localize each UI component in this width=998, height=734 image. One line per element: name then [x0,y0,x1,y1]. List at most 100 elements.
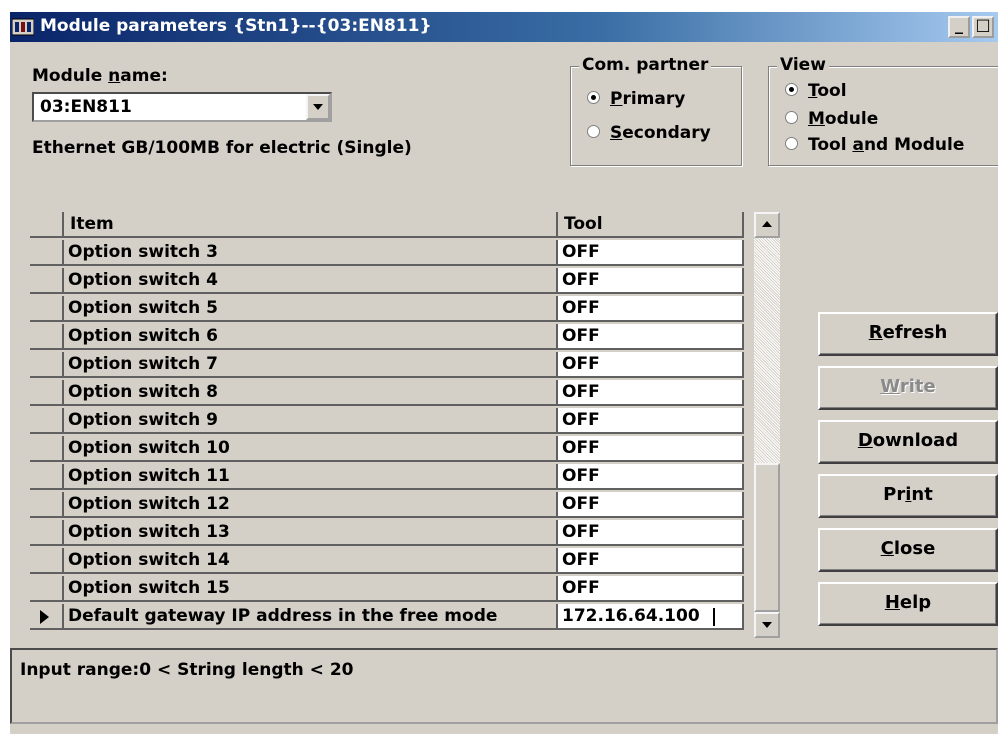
radio-view-tool-and-module[interactable]: Tool and Module [785,135,964,155]
item-text: Option switch 3 [68,242,218,262]
tool-value-text: OFF [562,270,600,290]
row-selector[interactable] [30,408,64,434]
item-text: Option switch 9 [68,410,218,430]
tool-value-text: 172.16.64.100 [562,606,700,626]
cell-item: Option switch 6 [64,324,558,350]
scroll-thumb[interactable] [754,463,780,612]
tool-value-text: OFF [562,522,600,542]
module-name-combobox[interactable]: 03:EN811 [32,92,332,122]
tool-value-text: OFF [562,550,600,570]
minimize-button[interactable]: _ [948,16,970,38]
close-button[interactable]: Close [818,528,998,572]
maximize-button[interactable]: □ [972,16,994,38]
arrow-down-icon [762,622,772,628]
print-button[interactable]: Print [818,474,998,518]
tool-value-cell[interactable]: OFF [558,576,744,602]
column-header-item[interactable]: Item [64,212,558,238]
radio-view-module[interactable]: Module [785,109,878,129]
cell-item: Option switch 8 [64,380,558,406]
cell-item: Option switch 10 [64,436,558,462]
row-selector[interactable] [30,352,64,378]
tool-value-cell[interactable]: OFF [558,324,744,350]
item-text: Option switch 14 [68,550,230,570]
radio-dot-icon [785,136,798,150]
row-selector[interactable] [30,436,64,462]
cell-item: Option switch 4 [64,268,558,294]
item-text: Option switch 12 [68,494,230,514]
radio-secondary[interactable]: Secondary [587,123,711,143]
view-legend: View [777,55,829,75]
row-selector[interactable] [30,464,64,490]
view-group: View Tool Module Tool and Module [768,55,998,166]
tool-value-cell[interactable]: OFF [558,464,744,490]
tool-value-text: OFF [562,410,600,430]
dialog-client: Module name: 03:EN811 Ethernet GB/100MB … [10,42,998,734]
row-selector[interactable] [30,548,64,574]
row-selector[interactable] [30,576,64,602]
radio-dot-icon [785,82,798,96]
row-selector[interactable] [30,492,64,518]
row-selector[interactable] [30,324,64,350]
cell-item: Option switch 13 [64,520,558,546]
radio-dot-icon [785,110,798,124]
tool-value-cell[interactable]: OFF [558,268,744,294]
tool-value-cell[interactable]: OFF [558,548,744,574]
tool-value-text: OFF [562,354,600,374]
cell-item: Option switch 7 [64,352,558,378]
module-description: Ethernet GB/100MB for electric (Single) [32,138,412,158]
item-text: Option switch 11 [68,466,230,486]
refresh-button[interactable]: Refresh [818,312,998,356]
download-button[interactable]: Download [818,420,998,464]
cell-item: Option switch 11 [64,464,558,490]
module-name-value: 03:EN811 [40,97,132,117]
tool-value-text: OFF [562,438,600,458]
row-selector[interactable] [30,268,64,294]
tool-value-text: OFF [562,382,600,402]
cell-item: Option switch 5 [64,296,558,322]
tool-value-cell[interactable]: OFF [558,520,744,546]
row-selector[interactable] [30,380,64,406]
cell-item: Option switch 15 [64,576,558,602]
scroll-down-button[interactable] [754,612,780,638]
tool-value-cell[interactable]: OFF [558,436,744,462]
cell-item: Option switch 3 [64,240,558,266]
scroll-up-button[interactable] [754,212,780,238]
tool-value-text: OFF [562,242,600,262]
tool-value-input[interactable]: 172.16.64.100 [558,604,744,630]
help-button[interactable]: Help [818,582,998,626]
tool-value-text: OFF [562,466,600,486]
title-bar[interactable]: Module parameters {Stn1}--{03:EN811} _ □ [10,12,998,42]
tool-value-cell[interactable]: OFF [558,240,744,266]
cell-item: Option switch 9 [64,408,558,434]
tool-value-text: OFF [562,494,600,514]
item-text: Option switch 8 [68,382,218,402]
radio-view-tool[interactable]: Tool [785,81,847,101]
item-text: Option switch 7 [68,354,218,374]
tool-value-text: OFF [562,298,600,318]
status-panel: Input range:0 < String length < 20 [10,648,998,724]
text-caret [713,608,715,626]
grid-header-corner [30,212,64,238]
tool-value-cell[interactable]: OFF [558,408,744,434]
item-text: Option switch 5 [68,298,218,318]
item-text: Default gateway IP address in the free m… [68,606,498,626]
row-selector[interactable] [30,240,64,266]
parameter-grid[interactable]: Item Tool Option switch 3 OFF Option switc… [30,212,780,638]
write-button[interactable]: Write [818,366,998,410]
app-icon [12,18,34,36]
radio-primary[interactable]: Primary [587,89,685,109]
scroll-track[interactable] [754,238,780,463]
cell-item: Default gateway IP address in the free m… [64,604,558,630]
grid-vertical-scrollbar[interactable] [754,212,780,638]
row-selector[interactable] [30,520,64,546]
chevron-down-icon[interactable] [306,94,330,120]
column-header-tool[interactable]: Tool [558,212,744,238]
row-selector[interactable] [30,296,64,322]
tool-value-cell[interactable]: OFF [558,296,744,322]
item-text: Option switch 6 [68,326,218,346]
tool-value-cell[interactable]: OFF [558,352,744,378]
tool-value-cell[interactable]: OFF [558,380,744,406]
tool-value-cell[interactable]: OFF [558,492,744,518]
com-partner-legend: Com. partner [579,55,712,75]
row-selector[interactable] [30,604,64,630]
